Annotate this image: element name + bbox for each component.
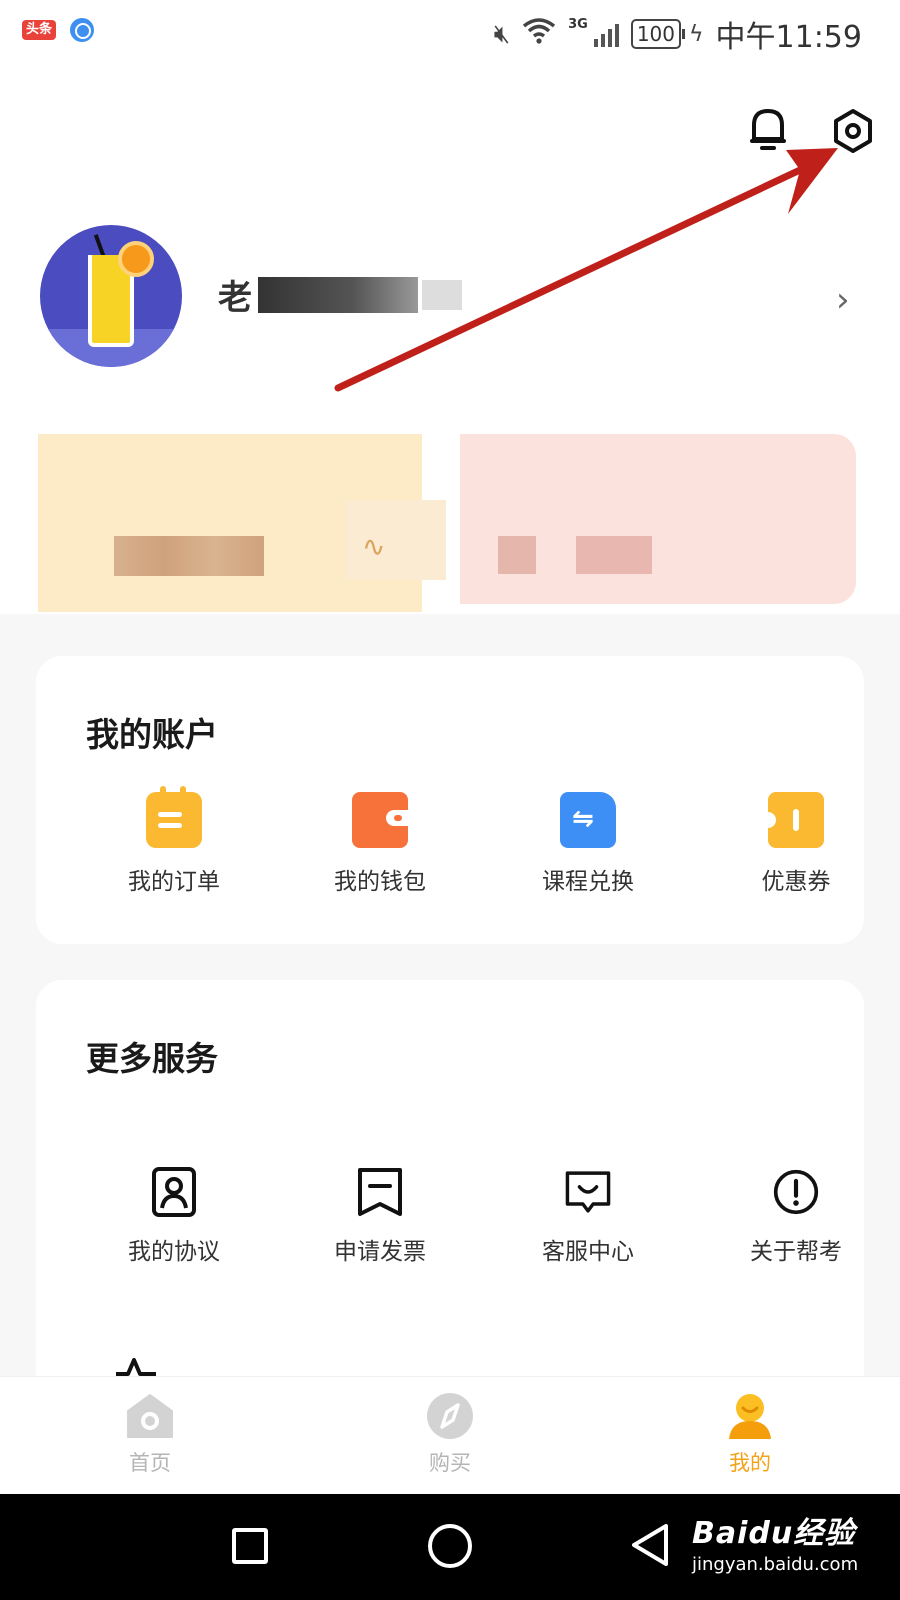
- status-notifications: 头条: [22, 18, 95, 42]
- invoice-icon: [358, 1168, 402, 1216]
- username[interactable]: 老: [218, 270, 462, 319]
- watermark-brand: Baidu经验: [692, 1516, 856, 1551]
- services-section-title: 更多服务: [86, 1039, 218, 1078]
- my-wallet-label: 我的钱包: [334, 869, 426, 895]
- tab-mine[interactable]: 我的: [690, 1391, 810, 1477]
- tab-home-label: 首页: [129, 1451, 171, 1475]
- customer-service-icon: [565, 1171, 611, 1213]
- exchange-icon: ⇋: [560, 792, 616, 848]
- recent-apps-button[interactable]: [232, 1528, 268, 1564]
- apply-invoice-label: 申请发票: [334, 1239, 426, 1265]
- account-section-title: 我的账户: [86, 715, 218, 754]
- my-orders-label: 我的订单: [128, 869, 220, 895]
- about-item[interactable]: 关于帮考: [706, 1166, 886, 1266]
- blurred-content: [576, 536, 652, 574]
- battery-indicator: 100: [630, 19, 686, 49]
- redacted-id: [422, 279, 462, 310]
- services-card: 更多服务 我的协议 申请发票 客服中心 关于帮考: [36, 980, 864, 1380]
- coupon-item[interactable]: 优惠券: [706, 792, 886, 896]
- bell-icon[interactable]: [748, 105, 788, 153]
- tab-mine-label: 我的: [729, 1451, 771, 1475]
- my-agreement-label: 我的协议: [128, 1239, 220, 1265]
- account-card: 我的账户 我的订单 我的钱包 ⇋ 课程兑换 优惠券: [36, 656, 864, 944]
- baidu-watermark: Baidu经验 jingyan.baidu.com: [692, 1508, 858, 1575]
- wave-icon: ∿: [362, 530, 386, 563]
- wallet-icon: [352, 792, 408, 848]
- order-icon: [146, 786, 202, 848]
- tab-buy[interactable]: 购买: [390, 1391, 510, 1477]
- blurred-content: [498, 536, 536, 574]
- toutiao-app-icon: 头条: [22, 20, 57, 40]
- username-prefix: 老: [218, 278, 252, 318]
- network-type: 3G: [568, 16, 588, 32]
- home-button[interactable]: [428, 1524, 472, 1568]
- redacted-username: [258, 276, 418, 313]
- system-nav-bar: Baidu经验 jingyan.baidu.com: [0, 1494, 900, 1600]
- blurred-content: [114, 536, 264, 576]
- home-icon: [127, 1394, 173, 1438]
- course-exchange-label: 课程兑换: [542, 869, 634, 895]
- agreement-icon: [152, 1167, 196, 1217]
- customer-service-label: 客服中心: [542, 1239, 634, 1265]
- coupon-icon: [760, 792, 824, 848]
- promo-card-right[interactable]: [460, 434, 856, 604]
- status-bar: 头条 🔇︎ 3G 100 ϟ 中午11:59: [0, 0, 900, 62]
- status-indicators: 🔇︎ 3G 100 ϟ 中午11:59: [494, 12, 862, 56]
- watermark-url: jingyan.baidu.com: [692, 1554, 859, 1575]
- course-exchange-item[interactable]: ⇋ 课程兑换: [498, 792, 678, 896]
- signal-icon: [593, 21, 619, 47]
- partial-service-icon[interactable]: [112, 1356, 160, 1376]
- browser-icon: [70, 18, 95, 42]
- my-wallet-item[interactable]: 我的钱包: [290, 792, 470, 896]
- bottom-tab-bar: 首页 购买 我的: [0, 1376, 900, 1494]
- chevron-right-icon[interactable]: ›: [836, 280, 850, 320]
- promo-divider: ∿: [346, 500, 446, 580]
- back-button[interactable]: [628, 1522, 674, 1568]
- about-label: 关于帮考: [750, 1239, 842, 1265]
- coupon-label: 优惠券: [761, 869, 831, 895]
- about-icon: [773, 1169, 819, 1215]
- my-orders-item[interactable]: 我的订单: [84, 786, 264, 896]
- mute-icon: 🔇︎: [493, 18, 511, 49]
- status-time: 中午11:59: [715, 20, 862, 55]
- tab-buy-label: 购买: [429, 1451, 471, 1475]
- wifi-icon: [522, 17, 556, 52]
- customer-service-item[interactable]: 客服中心: [498, 1166, 678, 1266]
- tab-home[interactable]: 首页: [90, 1391, 210, 1477]
- charging-icon: ϟ: [689, 21, 704, 47]
- settings-gear-icon[interactable]: [830, 108, 876, 154]
- avatar[interactable]: [40, 225, 182, 367]
- profile-icon: [729, 1394, 771, 1439]
- apply-invoice-item[interactable]: 申请发票: [290, 1166, 470, 1266]
- my-agreement-item[interactable]: 我的协议: [84, 1166, 264, 1266]
- compass-icon: [427, 1393, 473, 1439]
